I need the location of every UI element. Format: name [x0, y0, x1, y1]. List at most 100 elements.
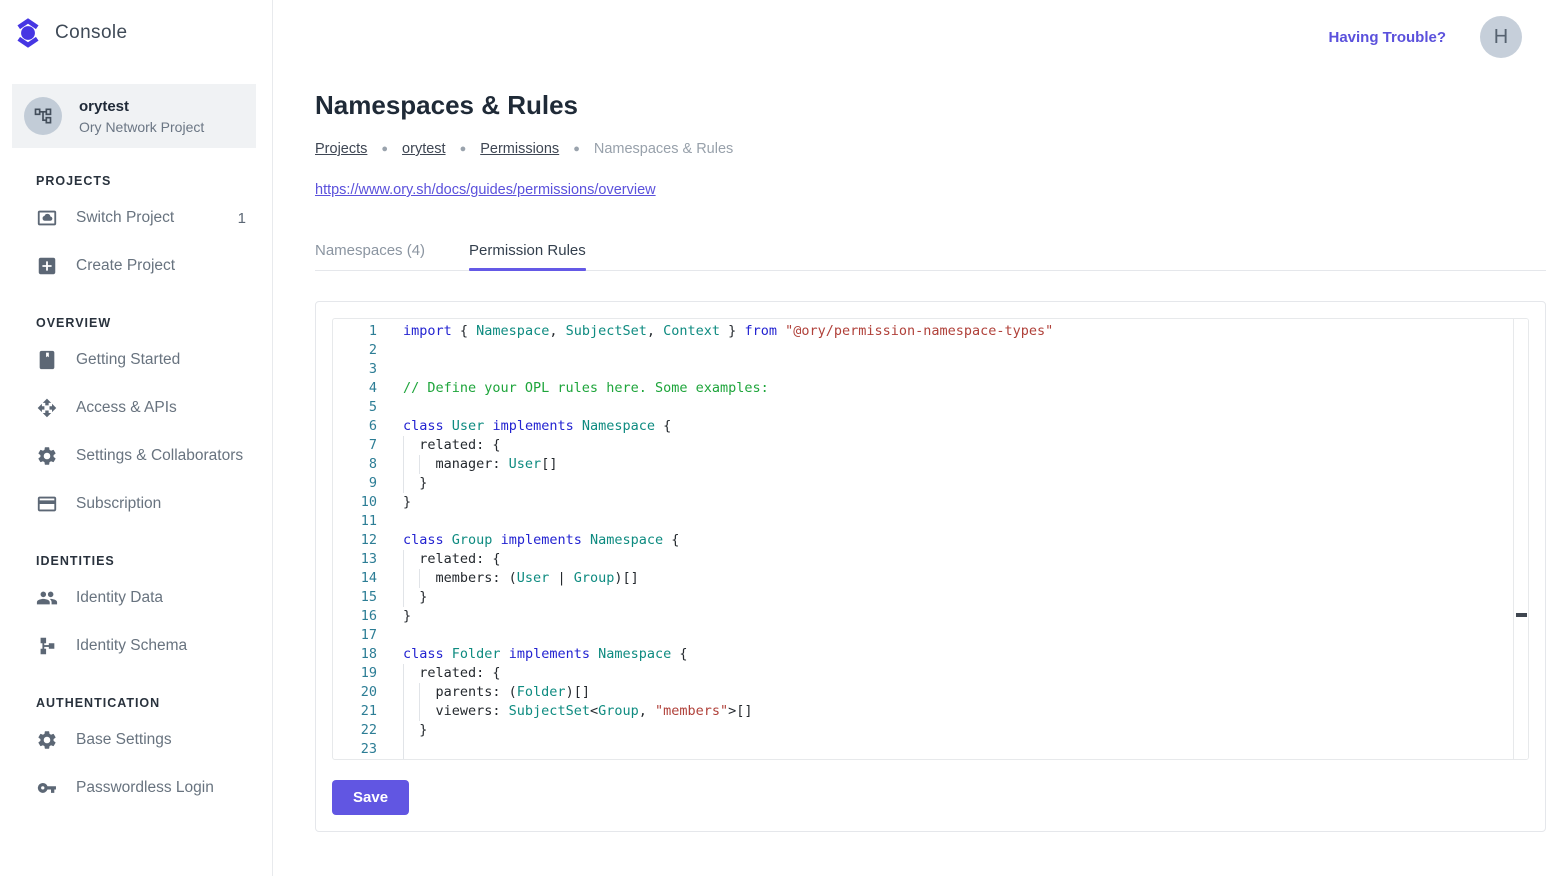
having-trouble-link[interactable]: Having Trouble?: [1328, 29, 1446, 46]
breadcrumb-item-permissions[interactable]: Permissions: [480, 141, 559, 157]
line-number: 9: [333, 474, 377, 493]
code-line: 9 }: [333, 474, 1513, 493]
code-token: Namespace: [590, 532, 663, 548]
docs-link[interactable]: https://www.ory.sh/docs/guides/permissio…: [315, 182, 656, 198]
editor-scrollbar[interactable]: [1513, 319, 1528, 759]
page-title: Namespaces & Rules: [315, 90, 1546, 121]
code-token: Context: [663, 323, 720, 339]
gear-icon: [36, 445, 58, 467]
sidebar-item-label: Passwordless Login: [76, 779, 246, 797]
code-token: Folder: [452, 646, 501, 662]
code-token: {: [663, 532, 679, 548]
tab-namespaces-4-[interactable]: Namespaces (4): [315, 242, 425, 270]
code-line: 16}: [333, 607, 1513, 626]
code-line: 10}: [333, 493, 1513, 512]
code-line: 14 members: (User | Group)[]: [333, 569, 1513, 588]
open-with-icon: [36, 397, 58, 419]
code-token: Namespace: [598, 646, 671, 662]
code-token: "members": [655, 703, 728, 719]
code-line: 20 parents: (Folder)[]: [333, 683, 1513, 702]
code-token: Group: [574, 570, 615, 586]
project-info: orytest Ory Network Project: [79, 98, 204, 135]
sidebar-item-subscription[interactable]: Subscription: [0, 480, 272, 528]
indent-guide: [419, 455, 420, 474]
code-token: SubjectSet: [566, 323, 647, 339]
sidebar-item-label: Create Project: [76, 257, 246, 275]
user-avatar[interactable]: H: [1480, 16, 1522, 58]
sidebar-item-identity-schema[interactable]: Identity Schema: [0, 622, 272, 670]
section-header: OVERVIEW: [0, 316, 272, 330]
line-number: 11: [333, 512, 377, 531]
indent-guide: [403, 740, 404, 759]
code-token: [444, 646, 452, 662]
code-token: User: [509, 456, 542, 472]
project-type: Ory Network Project: [79, 119, 204, 135]
code-area[interactable]: 1import { Namespace, SubjectSet, Context…: [333, 320, 1513, 760]
indent-guide: [403, 569, 404, 588]
breadcrumb-item-projects[interactable]: Projects: [315, 141, 367, 157]
indent-guide: [419, 702, 420, 721]
line-number: 6: [333, 417, 377, 436]
code-token: Group: [598, 703, 639, 719]
code-token: [582, 532, 590, 548]
sidebar-item-identity-data[interactable]: Identity Data: [0, 574, 272, 622]
brand[interactable]: Console: [0, 0, 272, 48]
line-number: 16: [333, 607, 377, 626]
code-token: >[]: [728, 703, 752, 719]
sidebar-item-settings-collaborators[interactable]: Settings & Collaborators: [0, 432, 272, 480]
sidebar-item-label: Getting Started: [76, 351, 246, 369]
sidebar-item-base-settings[interactable]: Base Settings: [0, 716, 272, 764]
code-token: User: [517, 570, 550, 586]
code-line: 4// Define your OPL rules here. Some exa…: [333, 379, 1513, 398]
sidebar-section-overview: OVERVIEW Getting Started Access & APIsSett…: [0, 316, 272, 528]
code-token: "@ory/permission-namespace-types": [785, 323, 1053, 339]
line-number: 18: [333, 645, 377, 664]
scrollbar-marker: [1516, 613, 1527, 617]
sidebar-item-label: Subscription: [76, 495, 246, 513]
save-button[interactable]: Save: [332, 780, 409, 815]
code-token: implements: [501, 532, 582, 548]
code-editor[interactable]: 1import { Namespace, SubjectSet, Context…: [332, 318, 1529, 760]
sidebar-nav: PROJECTSSwitch Project1Create ProjectOVE…: [0, 174, 272, 812]
item-count-badge: 1: [238, 210, 246, 227]
sidebar-item-passwordless-login[interactable]: Passwordless Login: [0, 764, 272, 812]
code-line: 11: [333, 512, 1513, 531]
sidebar-item-switch-project[interactable]: Switch Project 1: [0, 194, 272, 242]
indent-guide: [403, 588, 404, 607]
code-line: 13 related: {: [333, 550, 1513, 569]
line-number: 12: [333, 531, 377, 550]
sidebar-item-create-project[interactable]: Create Project: [0, 242, 272, 290]
sidebar-item-getting-started[interactable]: Getting Started: [0, 336, 272, 384]
sidebar-item-label: Switch Project: [76, 209, 220, 227]
code-token: related: {: [403, 551, 501, 567]
tab-bar: Namespaces (4) Permission Rules: [315, 242, 1546, 271]
code-token: {: [452, 323, 476, 339]
indent-guide: [403, 702, 404, 721]
tab-permission-rules[interactable]: Permission Rules: [469, 242, 586, 270]
code-token: [501, 646, 509, 662]
indent-guide: [403, 550, 404, 569]
indent-guide: [403, 474, 404, 493]
project-avatar-account-tree-icon: [24, 97, 62, 135]
code-line: 1import { Namespace, SubjectSet, Context…: [333, 322, 1513, 341]
line-number: 21: [333, 702, 377, 721]
code-line: 19 related: {: [333, 664, 1513, 683]
sidebar: Console orytest Ory Network Project PROJ…: [0, 0, 273, 876]
sidebar-item-access-apis[interactable]: Access & APIs: [0, 384, 272, 432]
code-token: }: [403, 589, 427, 605]
line-number: 8: [333, 455, 377, 474]
code-token: ,: [647, 323, 663, 339]
code-line: 21 viewers: SubjectSet<Group, "members">…: [333, 702, 1513, 721]
ory-logo-icon: [14, 18, 42, 48]
line-number: 24: [333, 759, 377, 760]
project-selector[interactable]: orytest Ory Network Project: [12, 84, 256, 148]
line-number: 17: [333, 626, 377, 645]
code-line: 15 }: [333, 588, 1513, 607]
code-token: class: [403, 646, 444, 662]
line-number: 2: [333, 341, 377, 360]
indent-guide: [403, 721, 404, 740]
rules-card: 1import { Namespace, SubjectSet, Context…: [315, 301, 1546, 832]
code-token: [777, 323, 785, 339]
indent-guide: [403, 455, 404, 474]
breadcrumb-item-orytest[interactable]: orytest: [402, 141, 446, 157]
